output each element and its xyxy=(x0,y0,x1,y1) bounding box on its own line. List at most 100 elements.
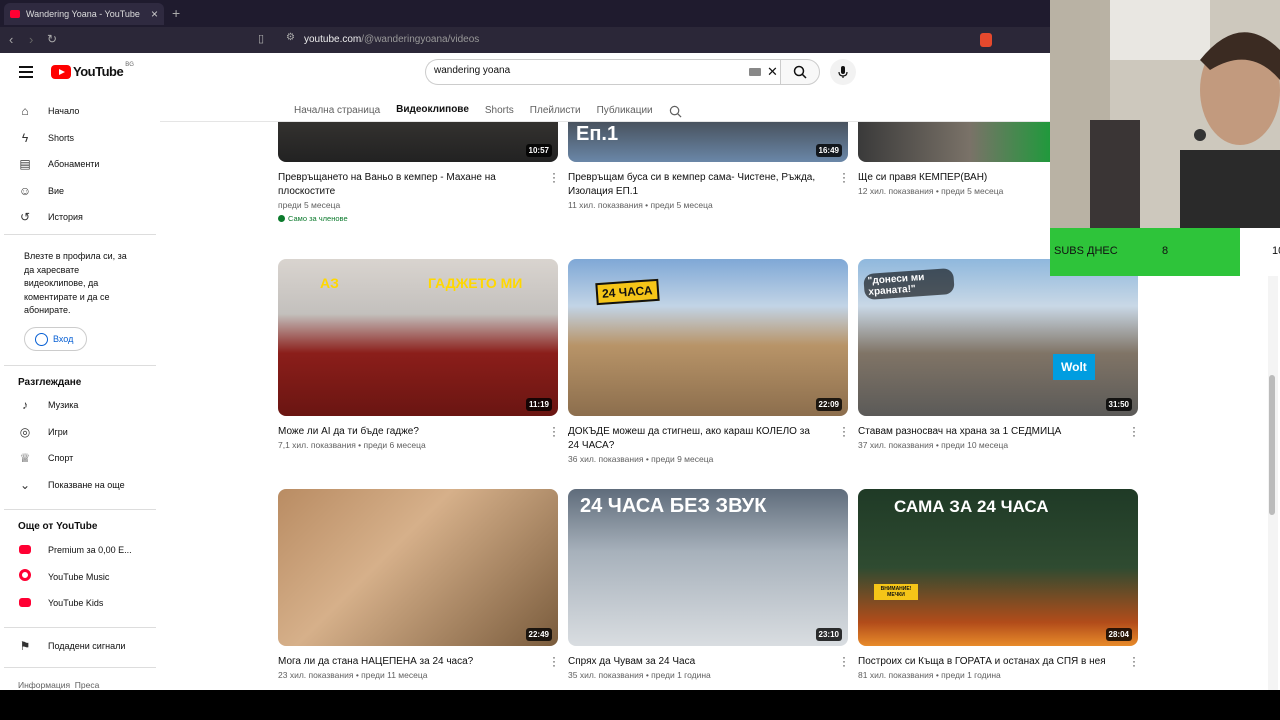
tab-0[interactable]: Начална страница xyxy=(286,97,388,123)
streamer-camera-image xyxy=(1050,0,1280,228)
reload-icon[interactable]: ↻ xyxy=(47,32,57,46)
video-title[interactable]: Спрях да Чувам за 24 Часа xyxy=(568,655,823,669)
trophy-icon: ♕ xyxy=(19,451,31,465)
youtube-logo[interactable]: YouTube BG xyxy=(51,62,134,79)
members-icon xyxy=(278,215,285,222)
video-metadata: 35 хил. показвания • преди 1 година xyxy=(568,670,711,680)
video-title[interactable]: Превръщам буса си в кемпер сама- Чистене… xyxy=(568,171,823,199)
sidebar-item-more-0[interactable]: Premium за 0,00 Е... xyxy=(18,540,132,560)
microphone-icon xyxy=(838,66,848,78)
tab-title: Wandering Yoana - YouTube xyxy=(26,9,140,19)
more-actions-icon[interactable]: ··· xyxy=(840,167,848,187)
more-actions-icon[interactable]: ··· xyxy=(550,167,558,187)
video-duration: 11:19 xyxy=(525,398,552,411)
signin-note: Влезте в профила си, за да харесвате вид… xyxy=(24,251,127,315)
video-card[interactable]: 24 ЧАСА 22:09 · · · ДОКЪДЕ можеш да стигнеш, … xyxy=(568,259,848,464)
voice-search-button[interactable] xyxy=(830,59,856,85)
search-button[interactable] xyxy=(780,59,820,85)
scrollbar-thumb[interactable] xyxy=(1269,375,1275,515)
sidebar-item-more-2[interactable]: YouTube Kids xyxy=(18,593,103,613)
browser-tab[interactable]: Wandering Yoana - YouTube × xyxy=(4,3,164,25)
brave-shield-icon[interactable] xyxy=(980,33,992,47)
sidebar-item-more-1[interactable]: YouTube Music xyxy=(18,567,109,587)
video-title[interactable]: Построих си Къща в ГОРАТА и останах да С… xyxy=(858,655,1113,669)
search-icon xyxy=(793,65,807,79)
video-thumbnail[interactable]: АЗ ГАДЖЕТО МИ 11:19 xyxy=(278,259,558,416)
menu-icon[interactable] xyxy=(19,66,33,81)
history-icon: ↺ xyxy=(19,210,31,224)
video-card[interactable]: САМА ЗА 24 ЧАСА ВНИМАНИЕ! МЕЧКИ 28:04 · · · По… xyxy=(858,489,1138,680)
tab-3[interactable]: Плейлисти xyxy=(522,97,589,123)
close-tab-icon[interactable]: × xyxy=(151,7,158,21)
video-thumbnail[interactable]: 24 ЧАСА 22:09 xyxy=(568,259,848,416)
video-thumbnail[interactable]: "донеси ми храната!" Wolt 31:50 xyxy=(858,259,1138,416)
back-icon[interactable]: ‹ xyxy=(9,32,13,47)
search-input[interactable] xyxy=(434,65,734,76)
video-metadata: 23 хил. показвания • преди 11 месеца xyxy=(278,670,428,680)
forward-icon[interactable]: › xyxy=(29,32,33,47)
video-card[interactable]: "донеси ми храната!" Wolt 31:50 · · · Ставам р… xyxy=(858,259,1138,450)
video-duration: 16:49 xyxy=(815,144,842,157)
subs-counter-overlay: SUBS ДНЕС 8 10 xyxy=(1050,228,1280,276)
explore-heading: Разглеждане xyxy=(18,377,82,388)
video-card[interactable]: 10:57 · · · Превръщането на Ваньо в кемпер -… xyxy=(278,122,558,223)
sidebar-item-label: Premium за 0,00 Е... xyxy=(48,545,132,555)
sidebar-item-explore-0[interactable]: ♪ Музика xyxy=(18,395,78,415)
thumbnail-text: САМА ЗА 24 ЧАСА xyxy=(894,497,1049,516)
video-card[interactable]: АЗ ГАДЖЕТО МИ 11:19 · · · Може ли AI да ти бъд… xyxy=(278,259,558,450)
video-thumbnail[interactable]: 22:49 xyxy=(278,489,558,646)
members-only-badge: Само за членове xyxy=(278,214,558,223)
home-icon: ⌂ xyxy=(21,104,29,118)
sidebar-item-main-2[interactable]: ▤ Абонаменти xyxy=(18,154,99,174)
video-thumbnail[interactable]: 10:57 xyxy=(278,122,558,162)
video-thumbnail[interactable]: 24 ЧАСА БЕЗ ЗВУК 23:10 xyxy=(568,489,848,646)
more-actions-icon[interactable]: ··· xyxy=(840,421,848,441)
more-actions-icon[interactable]: ··· xyxy=(550,421,558,441)
video-metadata: 11 хил. показвания • преди 5 месеца xyxy=(568,200,713,210)
bookmark-icon[interactable]: ▯ xyxy=(258,32,264,45)
video-thumbnail[interactable]: САМА ЗА 24 ЧАСА ВНИМАНИЕ! МЕЧКИ 28:04 xyxy=(858,489,1138,646)
sidebar-divider xyxy=(4,509,156,510)
sidebar-item-main-4[interactable]: ↺ История xyxy=(18,207,83,227)
sidebar-item-explore-3[interactable]: ⌄ Показване на още xyxy=(18,475,125,495)
more-actions-icon[interactable]: ··· xyxy=(840,651,848,671)
signin-button[interactable]: Вход xyxy=(24,327,87,351)
footer-links[interactable]: Информация Преса xyxy=(18,680,99,690)
video-metadata: преди 5 месеца xyxy=(278,200,341,210)
sidebar-item-label: Вие xyxy=(48,185,65,196)
site-info-icon[interactable]: ⚙ xyxy=(286,32,295,43)
video-title[interactable]: Може ли AI да ти бъде гадже? xyxy=(278,425,533,439)
video-thumbnail[interactable]: Еп.1 16:49 xyxy=(568,122,848,162)
sidebar-item-explore-2[interactable]: ♕ Спорт xyxy=(18,448,74,468)
video-title[interactable]: ДОКЪДЕ можеш да стигнеш, ако караш КОЛЕЛ… xyxy=(568,425,823,453)
clear-search-icon[interactable]: ✕ xyxy=(767,64,778,80)
sidebar-item-main-1[interactable]: ϟ Shorts xyxy=(18,128,74,148)
sidebar-item-main-3[interactable]: ☺ Вие xyxy=(18,181,64,201)
shorts-icon: ϟ xyxy=(21,130,29,145)
video-card[interactable]: Еп.1 16:49 · · · Превръщам буса си в кемпер с… xyxy=(568,122,848,210)
video-title[interactable]: Ставам разносвач на храна за 1 СЕДМИЦА xyxy=(858,425,1113,439)
video-duration: 28:04 xyxy=(1105,628,1132,641)
url-field[interactable]: youtube.com/@wanderingyoana/videos xyxy=(304,34,479,45)
more-actions-icon[interactable]: ··· xyxy=(1130,421,1138,441)
sidebar-item-main-0[interactable]: ⌂ Начало xyxy=(18,101,79,121)
video-duration: 22:09 xyxy=(815,398,842,411)
more-actions-icon[interactable]: ··· xyxy=(550,651,558,671)
video-title[interactable]: Мога ли да стана НАЦЕПЕНА за 24 часа? xyxy=(278,655,533,669)
tab-2[interactable]: Shorts xyxy=(477,97,522,123)
video-card[interactable]: 24 ЧАСА БЕЗ ЗВУК 23:10 · · · Спрях да Чувам з… xyxy=(568,489,848,680)
new-tab-icon[interactable]: + xyxy=(172,5,180,21)
keyboard-icon[interactable] xyxy=(749,68,761,76)
sidebar-divider xyxy=(4,234,156,235)
video-grid: 10:57 · · · Превръщането на Ваньо в кемпер -… xyxy=(278,122,1158,690)
sidebar-item-explore-1[interactable]: ◎ Игри xyxy=(18,422,68,442)
video-card[interactable]: 22:49 · · · Мога ли да стана НАЦЕПЕНА за 24 … xyxy=(278,489,558,680)
tab-4[interactable]: Публикации xyxy=(589,97,661,123)
tab-1[interactable]: Видеоклипове xyxy=(388,97,477,123)
video-title[interactable]: Превръщането на Ваньо в кемпер - Махане … xyxy=(278,171,533,199)
thumbnail-text: АЗ xyxy=(320,275,339,291)
sidebar-item-label: YouTube Kids xyxy=(48,598,104,608)
sidebar-item-reports[interactable]: ⚑ Подадени сигнали xyxy=(18,636,126,656)
thumbnail-text: 24 ЧАСА БЕЗ ЗВУК xyxy=(580,495,767,517)
more-actions-icon[interactable]: ··· xyxy=(1130,651,1138,671)
